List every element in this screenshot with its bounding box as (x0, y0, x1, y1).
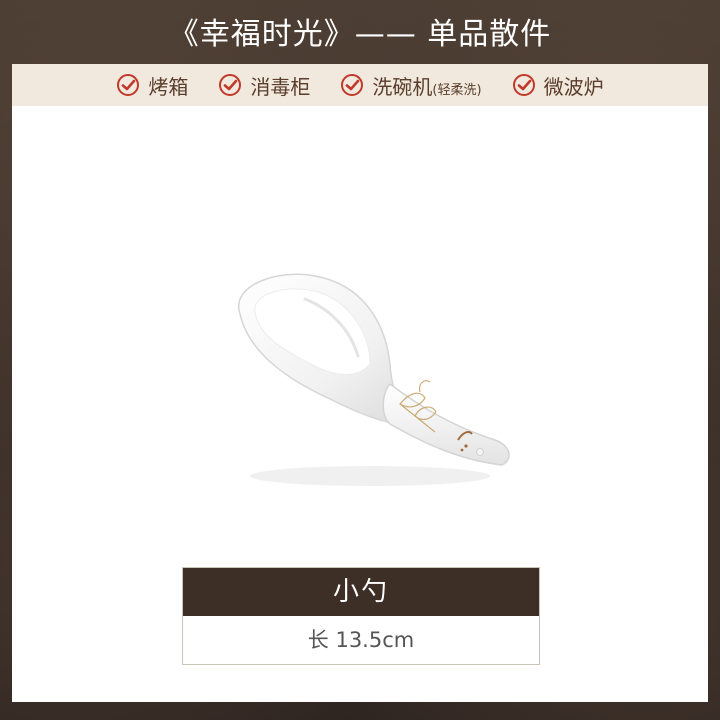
feature-label: 烤箱 (148, 74, 189, 99)
feature-label: 微波炉 (543, 74, 604, 99)
feature-sterilizer: 消毒柜 (218, 71, 310, 100)
check-circle-icon (341, 74, 364, 96)
check-circle-icon (512, 74, 535, 96)
check-circle-icon (219, 74, 242, 96)
product-caption: 小勺 长 13.5cm (182, 567, 540, 665)
feature-sublabel: (轻柔洗) (432, 82, 482, 98)
product-panel: 烤箱 消毒柜 洗碗机(轻柔洗) 微波炉 小勺 长 13.5cm (12, 64, 708, 702)
product-name: 小勺 (183, 568, 539, 616)
page-title: 《幸福时光》—— 单品散件 (168, 17, 552, 52)
feature-oven: 烤箱 (116, 71, 188, 100)
product-size: 长 13.5cm (307, 628, 415, 652)
check-circle-icon (117, 74, 140, 96)
feature-microwave: 微波炉 (512, 71, 604, 100)
feature-label: 洗碗机 (372, 74, 433, 99)
feature-dishwasher: 洗碗机(轻柔洗) (340, 71, 482, 100)
feature-bar: 烤箱 消毒柜 洗碗机(轻柔洗) 微波炉 (12, 64, 708, 106)
feature-label: 消毒柜 (250, 74, 311, 99)
spoon-image (237, 273, 510, 486)
